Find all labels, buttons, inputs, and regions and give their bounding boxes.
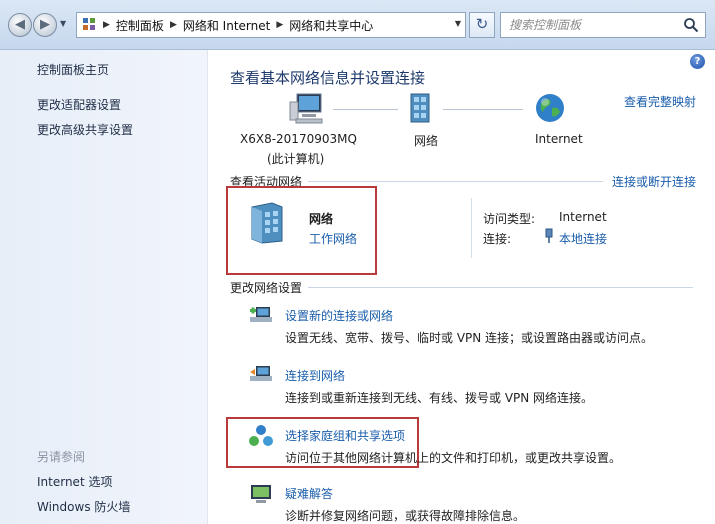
breadcrumb-separator[interactable]: ▶ [170,20,177,30]
title-bar: ◀ ▶ ▼ ▶ 控制面板 ▶ 网络和 Internet ▶ 网络和共享中心 ▼ … [0,0,715,50]
sidebar-item-change-advanced-sharing[interactable]: 更改高级共享设置 [37,121,133,138]
sidebar-item-windows-firewall[interactable]: Windows 防火墙 [37,498,130,515]
help-icon[interactable]: ? [690,54,705,69]
search-icon[interactable] [683,17,699,33]
troubleshoot-link[interactable]: 疑难解答 [285,485,333,502]
recent-pages-dropdown[interactable]: ▼ [60,19,70,31]
map-connector-line [443,109,523,110]
new-connection-icon [250,307,272,322]
homegroup-sharing-link[interactable]: 选择家庭组和共享选项 [285,427,405,444]
breadcrumb-separator[interactable]: ▶ [103,20,110,30]
address-dropdown-icon[interactable]: ▼ [455,19,461,28]
local-connection-link[interactable]: 本地连接 [559,230,607,247]
network-type-link[interactable]: 工作网络 [309,230,357,247]
sidebar: 控制面板主页 更改适配器设置 更改高级共享设置 另请参阅 Internet 选项… [0,50,208,524]
section-divider [308,287,693,288]
setup-new-connection-link[interactable]: 设置新的连接或网络 [285,307,393,324]
change-settings-heading: 更改网络设置 [230,281,303,295]
network-icon[interactable] [408,92,434,126]
setup-new-connection-desc: 设置无线、宽带、拨号、临时或 VPN 连接；或设置路由器或访问点。 [285,331,654,345]
internet-map-label: Internet [535,132,583,146]
connect-to-network-link[interactable]: 连接到网络 [285,367,345,384]
computer-icon[interactable] [288,92,324,126]
see-also-heading: 另请参阅 [37,450,86,464]
access-type-label: 访问类型: [483,212,536,226]
sidebar-item-internet-options[interactable]: Internet 选项 [37,473,112,490]
active-network-icon [251,202,283,244]
sidebar-item-control-panel-home[interactable]: 控制面板主页 [37,61,109,78]
network-map-label: 网络 [414,134,439,148]
refresh-button[interactable]: ↻ [469,12,495,38]
vertical-divider [471,198,472,258]
troubleshoot-desc: 诊断并修复网络问题，或获得故障排除信息。 [285,509,526,523]
ethernet-icon [545,228,553,243]
homegroup-icon [249,425,273,446]
connect-to-network-desc: 连接到或重新连接到无线、有线、拨号或 VPN 网络连接。 [285,391,594,405]
control-panel-icon [83,18,97,32]
computer-note-label: (此计算机) [267,152,325,166]
breadcrumb-control-panel[interactable]: 控制面板 [116,17,164,34]
breadcrumb-separator[interactable]: ▶ [276,20,283,30]
main-content: ? 查看基本网络信息并设置连接 查看完整映射 X6X8-20170903MQ (… [208,50,715,524]
connections-label: 连接: [483,232,512,246]
back-button[interactable]: ◀ [8,13,32,37]
page-title: 查看基本网络信息并设置连接 [230,69,426,87]
troubleshoot-icon [251,485,271,503]
computer-name-label: X6X8-20170903MQ [240,132,357,146]
map-connector-line [333,109,398,110]
connect-to-network-icon [250,366,272,381]
breadcrumb-network-internet[interactable]: 网络和 Internet [183,17,270,34]
globe-icon[interactable] [534,92,566,124]
sidebar-item-change-adapter-settings[interactable]: 更改适配器设置 [37,96,121,113]
active-network-name: 网络 [309,212,334,226]
search-box [500,12,706,38]
forward-button[interactable]: ▶ [33,13,57,37]
breadcrumb-network-sharing-center[interactable]: 网络和共享中心 [289,17,373,34]
search-input[interactable] [509,13,684,37]
section-divider [308,181,603,182]
homegroup-sharing-desc: 访问位于其他网络计算机上的文件和打印机，或更改共享设置。 [285,451,622,465]
access-type-value: Internet [559,210,607,224]
connect-disconnect-link[interactable]: 连接或断开连接 [612,173,696,190]
address-bar[interactable]: ▶ 控制面板 ▶ 网络和 Internet ▶ 网络和共享中心 ▼ [76,12,466,38]
view-full-map-link[interactable]: 查看完整映射 [624,93,696,110]
